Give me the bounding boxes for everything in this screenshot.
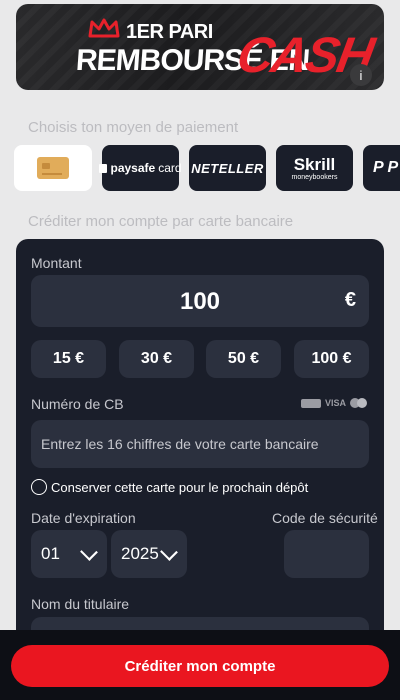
expiry-year-select[interactable]: 2025 (111, 530, 187, 578)
neteller-logo: NETELLER (191, 160, 264, 176)
crown-icon (88, 18, 120, 38)
quick-amount-100[interactable]: 100 € (294, 340, 369, 378)
payment-method-card[interactable] (14, 145, 92, 191)
save-card-checkbox[interactable] (31, 479, 47, 495)
mastercard-icon (350, 398, 368, 408)
payment-method-paysafecard[interactable]: paysafe card (99, 145, 182, 191)
cvv-label: Code de sécurité (272, 510, 378, 526)
expiry-year-value: 2025 (121, 544, 159, 563)
bottom-bar: Créditer mon compte (0, 630, 400, 700)
paypal-logo: P P (373, 159, 399, 176)
payment-method-skrill[interactable]: Skrill moneybookers (276, 145, 353, 191)
cb-card-icon (300, 398, 321, 408)
montant-label: Montant (31, 255, 82, 271)
banner-line1: 1ER PARI (126, 21, 213, 43)
payment-method-neteller[interactable]: NETELLER (189, 145, 266, 191)
card-deposit-form: Montant 100 € 15 € 30 € 50 € 100 € Numér… (16, 239, 384, 669)
card-number-input[interactable] (31, 420, 369, 468)
chevron-down-icon (160, 543, 178, 561)
info-button[interactable]: i (350, 64, 372, 86)
quick-amount-50[interactable]: 50 € (206, 340, 281, 378)
expiry-month-select[interactable]: 01 (31, 530, 107, 578)
skrill-logo: Skrill moneybookers (291, 154, 338, 181)
currency-symbol: € (344, 289, 356, 311)
cb-label: Numéro de CB (31, 396, 124, 412)
amount-value: 100 (179, 288, 221, 315)
visa-logo: VISA (324, 398, 346, 408)
lock-icon (99, 163, 108, 173)
card-section-title: Créditer mon compte par carte bancaire (28, 213, 294, 230)
chevron-down-icon (80, 543, 98, 561)
quick-amount-30[interactable]: 30 € (119, 340, 194, 378)
credit-account-button[interactable]: Créditer mon compte (11, 645, 389, 687)
holder-label: Nom du titulaire (31, 596, 130, 612)
promo-banner[interactable]: 1ER PARI REMBOURSÉ EN CASH i (16, 4, 384, 90)
expiry-label: Date d'expiration (31, 510, 136, 526)
amount-input[interactable]: 100 € (31, 275, 369, 327)
quick-amount-15[interactable]: 15 € (31, 340, 106, 378)
card-brands: VISA (300, 398, 368, 408)
payment-methods: paysafe card NETELLER Skrill moneybookers… (14, 145, 400, 193)
save-card-label: Conserver cette carte pour le prochain d… (51, 479, 309, 495)
expiry-month-value: 01 (41, 544, 60, 563)
cvv-input[interactable] (284, 530, 369, 578)
credit-card-icon (37, 157, 69, 179)
save-card-row[interactable]: Conserver cette carte pour le prochain d… (31, 479, 308, 495)
payment-section-label: Choisis ton moyen de paiement (28, 119, 239, 136)
payment-method-paypal[interactable]: P P (363, 145, 400, 191)
